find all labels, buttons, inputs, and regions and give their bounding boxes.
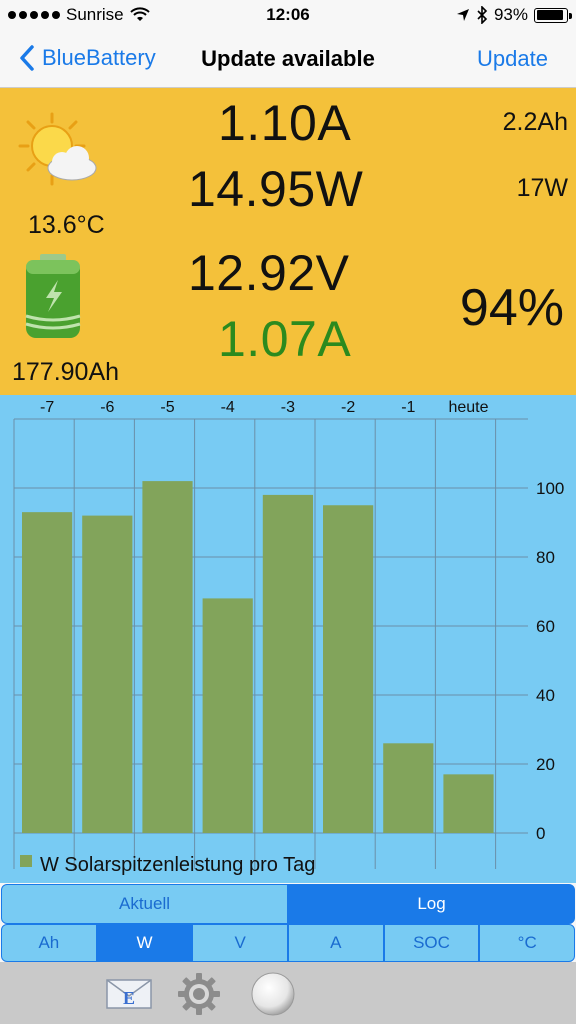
tab-celsius[interactable]: °C [479, 924, 576, 962]
status-right: 93% [456, 5, 572, 25]
y-tick-label: 80 [536, 548, 555, 567]
legend-swatch [20, 855, 32, 867]
y-tick-label: 60 [536, 617, 555, 636]
bar--5 [142, 481, 193, 833]
weather-sun-cloud-icon [18, 112, 97, 186]
battery-percent: 93% [493, 5, 528, 24]
x-tick-label: -6 [100, 399, 114, 416]
capacity-value: 177.90Ah [12, 358, 120, 386]
tab-w[interactable]: W [96, 924, 193, 962]
legend-label: W Solarspitzenleistung pro Tag [40, 854, 315, 876]
tab-a[interactable]: A [288, 924, 384, 962]
ball-icon[interactable] [250, 971, 296, 1017]
x-tick-label: -2 [341, 399, 355, 416]
power-value: 14.95W [188, 161, 364, 217]
gear-icon[interactable] [176, 971, 222, 1017]
x-tick-label: -1 [401, 399, 415, 416]
y-tick-label: 100 [536, 479, 564, 498]
x-tick-label: -4 [221, 399, 235, 416]
bottom-toolbar: E [0, 962, 576, 1024]
bar--6 [82, 515, 133, 833]
bar--4 [202, 598, 253, 833]
mail-icon[interactable]: E [106, 976, 152, 1010]
update-button[interactable]: Update [477, 46, 548, 72]
mail-letter: E [123, 988, 135, 1008]
tab-log[interactable]: Log [288, 884, 575, 924]
bar--3 [262, 494, 313, 833]
y-tick-label: 0 [536, 824, 545, 843]
battery-charging-icon [25, 254, 81, 338]
x-tick-label: -5 [160, 399, 174, 416]
ah-daily-value: 2.2Ah [502, 108, 568, 136]
bar--2 [323, 505, 374, 833]
current-in-value: 1.10A [218, 95, 352, 151]
temperature-value: 13.6°C [28, 211, 105, 239]
metric-segmented-control: Ah W V A SOC °C [0, 924, 576, 962]
x-tick-label: -3 [281, 399, 295, 416]
bluetooth-icon [477, 6, 488, 24]
solar-log-chart: -7 -6 -5 -4 -3 -2 -1 heute 0 20 40 60 80 100 W Solarsp… [0, 395, 576, 883]
y-tick-label: 20 [536, 755, 555, 774]
current-out-value: 1.07A [218, 311, 352, 367]
battery-status-icon [534, 7, 572, 23]
back-button[interactable]: BlueBattery [14, 43, 156, 73]
voltage-value: 12.92V [188, 245, 350, 301]
live-values-panel: 13.6°C 177.90Ah 1.10A 14.95W 12.92V 1.07… [0, 88, 576, 395]
status-bar: Sunrise 12:06 93% [0, 0, 576, 30]
state-of-charge-value: 94% [459, 279, 564, 337]
w-daily-value: 17W [516, 174, 568, 202]
tab-aktuell[interactable]: Aktuell [1, 884, 288, 924]
tab-ah[interactable]: Ah [1, 924, 97, 962]
tab-soc[interactable]: SOC [383, 924, 480, 962]
bar-chart: -7 -6 -5 -4 -3 -2 -1 heute 0 20 40 60 80 100 W Solarsp… [13, 399, 564, 876]
location-arrow-icon [456, 9, 469, 21]
view-mode-segmented-control: Aktuell Log [0, 884, 576, 924]
bar--1 [383, 743, 434, 833]
back-button-label: BlueBattery [42, 45, 156, 70]
bar--7 [22, 512, 73, 833]
chevron-left-icon [20, 45, 34, 71]
x-tick-label: -7 [40, 399, 54, 416]
bar-heute [443, 774, 494, 833]
x-tick-label: heute [448, 399, 488, 416]
y-tick-label: 40 [536, 686, 555, 705]
tab-v[interactable]: V [192, 924, 289, 962]
navigation-bar: BlueBattery Update available Update [0, 30, 576, 88]
